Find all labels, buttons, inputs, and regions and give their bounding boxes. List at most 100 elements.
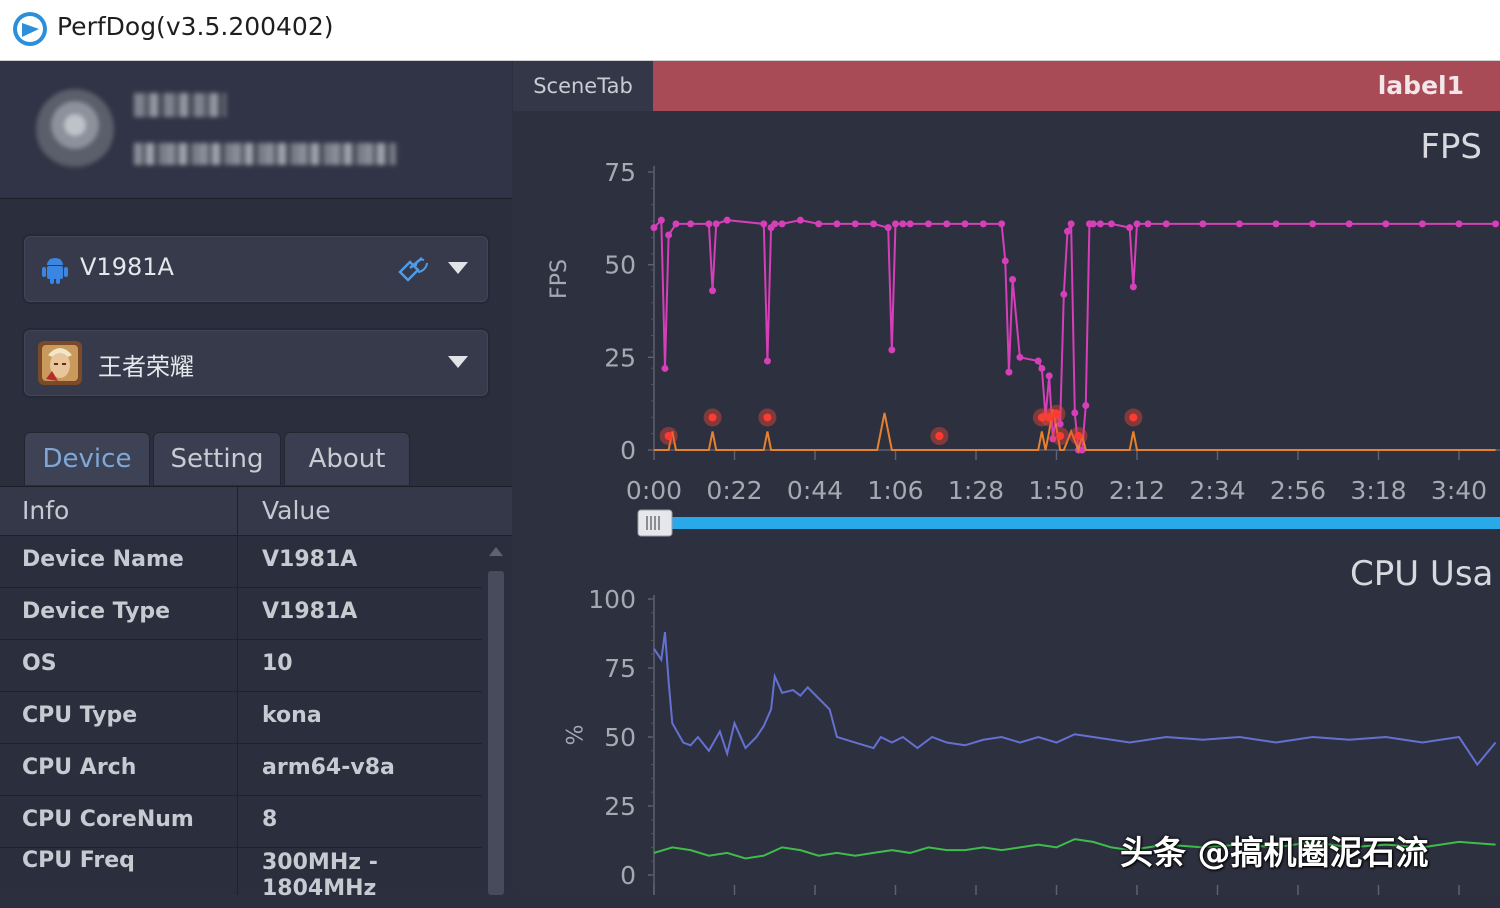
fps-data-point xyxy=(1067,220,1075,228)
column-header-info[interactable]: Info xyxy=(22,496,69,525)
sidebar: V1981A 王者荣耀 Device Setting About Info Va… xyxy=(0,61,512,901)
fps-data-point xyxy=(1492,220,1500,228)
fps-data-point xyxy=(712,220,720,228)
title-bar: PerfDog(v3.5.200402) xyxy=(0,0,1500,61)
main-panel: SceneTab label1 FPS FPS 75 50 25 0 0:00 0:22 0:4… xyxy=(513,61,1500,895)
fps-data-point xyxy=(1060,290,1068,298)
scene-label: label1 xyxy=(1377,71,1464,100)
jank-marker xyxy=(664,432,673,440)
fps-y-tick-label: 25 xyxy=(604,343,636,372)
fps-data-point xyxy=(899,220,907,228)
blurred-email xyxy=(134,143,396,165)
fps-data-point xyxy=(1082,402,1090,410)
fps-data-point xyxy=(1235,220,1243,228)
fps-data-point xyxy=(1038,364,1046,372)
fps-x-tick-label: 0:22 xyxy=(706,476,762,505)
fps-data-point xyxy=(771,220,779,228)
app-name: 王者荣耀 xyxy=(98,353,194,381)
row-key: Device Name xyxy=(22,547,184,572)
fps-y-tick-label: 75 xyxy=(604,158,636,187)
fps-data-point xyxy=(1144,220,1152,228)
fps-data-point xyxy=(1272,220,1280,228)
scene-tab[interactable]: SceneTab xyxy=(513,61,654,111)
fps-data-point xyxy=(657,216,665,224)
row-key: OS xyxy=(22,651,57,676)
fps-data-point xyxy=(763,357,771,365)
fps-data-point xyxy=(815,220,823,228)
android-icon xyxy=(42,258,68,284)
fps-x-tick-label: 1:28 xyxy=(948,476,1004,505)
fps-data-point xyxy=(1063,227,1071,235)
fps-data-point xyxy=(665,231,673,239)
tab-bar: Device Setting About xyxy=(0,432,512,488)
fps-data-point xyxy=(1071,409,1079,417)
chevron-down-icon[interactable] xyxy=(448,262,468,274)
tab-setting[interactable]: Setting xyxy=(153,432,281,485)
scroll-up-arrow-icon[interactable] xyxy=(489,547,503,556)
device-info-table: Info Value Device Name V1981A Device Typ… xyxy=(0,487,512,901)
timeline-slider-handle[interactable] xyxy=(637,509,673,537)
fps-data-point xyxy=(760,220,768,228)
fps-data-point xyxy=(723,216,731,224)
tab-device[interactable]: Device xyxy=(24,432,150,485)
fps-x-tick-label: 2:56 xyxy=(1270,476,1326,505)
row-value: 8 xyxy=(262,807,278,832)
fps-data-point xyxy=(1455,220,1463,228)
charts-area: FPS FPS 75 50 25 0 0:00 0:22 0:44 1:06 1:28 1:50 2:1… xyxy=(513,111,1500,895)
fps-data-point xyxy=(961,220,969,228)
fps-data-point xyxy=(1089,220,1097,228)
avatar[interactable] xyxy=(36,89,114,169)
fps-data-point xyxy=(1309,220,1317,228)
cpu-app-series-line xyxy=(653,631,1497,767)
row-value: 300MHz - 1804MHz xyxy=(262,850,378,901)
fps-data-point xyxy=(796,216,804,224)
jank-marker xyxy=(1074,432,1083,440)
fps-data-point xyxy=(924,220,932,228)
table-scrollbar[interactable] xyxy=(486,539,506,895)
row-value: kona xyxy=(262,703,322,728)
fps-data-point xyxy=(998,220,1006,228)
fps-data-point xyxy=(1129,283,1137,291)
fps-x-tick-label: 1:06 xyxy=(867,476,923,505)
user-profile xyxy=(0,61,512,199)
table-row: Device Type V1981A xyxy=(0,588,482,640)
fps-x-tick-label: 0:44 xyxy=(787,476,843,505)
cpu-chart-title: CPU Usa xyxy=(1350,554,1493,594)
fps-data-point xyxy=(705,220,713,228)
fps-data-point xyxy=(892,220,899,228)
row-key: CPU CoreNum xyxy=(22,807,194,832)
scrollbar-thumb[interactable] xyxy=(488,571,504,895)
scene-label-bar[interactable]: label1 xyxy=(653,61,1500,111)
wifi-connection-icon[interactable] xyxy=(396,254,430,284)
fps-data-point xyxy=(979,220,987,228)
device-selector[interactable]: V1981A xyxy=(22,234,490,304)
fps-data-point xyxy=(888,346,896,354)
row-key: CPU Arch xyxy=(22,755,137,780)
blurred-username xyxy=(134,93,226,117)
timeline-slider-track xyxy=(671,517,1500,529)
fps-data-point xyxy=(709,287,717,295)
row-key: Device Type xyxy=(22,599,171,624)
fps-data-point xyxy=(1382,220,1390,228)
table-row: CPU CoreNum 8 xyxy=(0,796,482,848)
fps-data-point xyxy=(1162,220,1170,228)
chevron-down-icon[interactable] xyxy=(448,356,468,368)
fps-data-point xyxy=(778,220,786,228)
jank-marker xyxy=(1052,409,1061,418)
fps-x-tick-label: 3:40 xyxy=(1431,476,1487,505)
cpu-axis-label: % xyxy=(560,725,585,746)
game-app-icon xyxy=(38,341,82,385)
column-header-value[interactable]: Value xyxy=(262,496,331,525)
fps-data-point xyxy=(1418,220,1426,228)
fps-data-point xyxy=(1126,224,1134,232)
fps-x-tick-label: 2:12 xyxy=(1109,476,1165,505)
fps-data-point xyxy=(1133,220,1141,228)
fps-y-tick-label: 0 xyxy=(620,436,636,465)
fps-y-tick-label: 50 xyxy=(604,251,636,280)
fps-data-point xyxy=(1096,220,1104,228)
app-selector[interactable]: 王者荣耀 xyxy=(22,328,490,398)
fps-x-tick-label: 1:50 xyxy=(1028,476,1084,505)
fps-data-point xyxy=(1345,220,1353,228)
jank-marker xyxy=(708,413,717,422)
tab-about[interactable]: About xyxy=(284,432,410,485)
